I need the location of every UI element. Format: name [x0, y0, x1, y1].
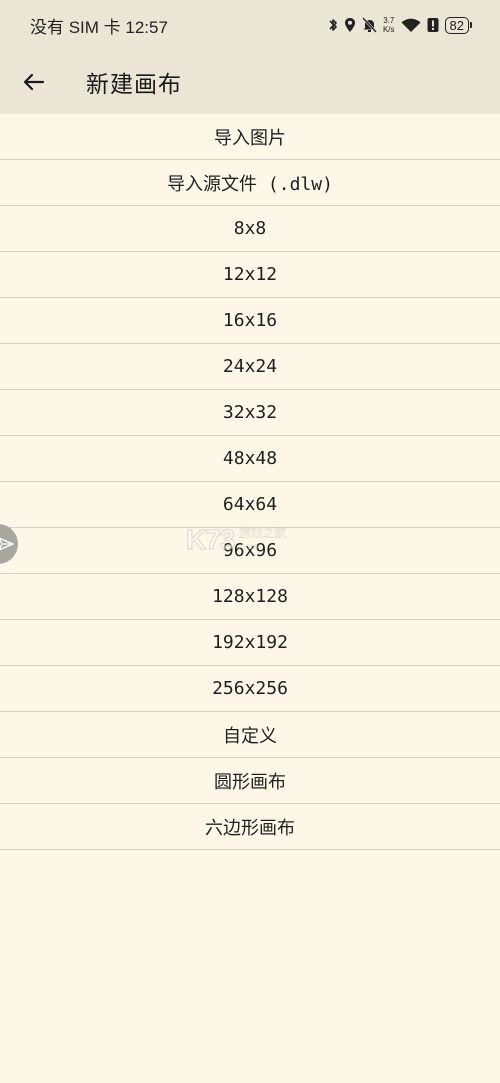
page-title: 新建画布 [86, 72, 182, 98]
alert-icon [427, 17, 439, 33]
send-icon [0, 537, 14, 551]
option-size-12[interactable]: 12x12 [0, 252, 500, 298]
wifi-icon [401, 18, 421, 33]
option-size-8[interactable]: 8x8 [0, 206, 500, 252]
battery-icon: 82 [444, 16, 472, 34]
option-size-128[interactable]: 128x128 [0, 574, 500, 620]
net-speed: 3.7 K/s [382, 16, 395, 34]
status-bar: 没有 SIM 卡 12:57 3.7 K/s 82 [0, 0, 500, 50]
option-size-256[interactable]: 256x256 [0, 666, 500, 712]
option-size-24[interactable]: 24x24 [0, 344, 500, 390]
battery-tip [470, 22, 472, 28]
canvas-options-list: 导入图片 导入源文件 (.dlw) 8x8 12x12 16x16 24x24 … [0, 114, 500, 850]
back-button[interactable] [12, 60, 56, 104]
location-icon [344, 17, 356, 33]
bluetooth-icon [329, 17, 338, 33]
option-size-32[interactable]: 32x32 [0, 390, 500, 436]
option-size-64[interactable]: 64x64 [0, 482, 500, 528]
battery-level: 82 [444, 16, 469, 34]
option-size-48[interactable]: 48x48 [0, 436, 500, 482]
carrier-time: 没有 SIM 卡 12:57 [30, 17, 168, 37]
option-size-192[interactable]: 192x192 [0, 620, 500, 666]
option-hexagon-canvas[interactable]: 六边形画布 [0, 804, 500, 850]
option-custom[interactable]: 自定义 [0, 712, 500, 758]
option-size-96[interactable]: 96x96 [0, 528, 500, 574]
option-circle-canvas[interactable]: 圆形画布 [0, 758, 500, 804]
status-icons: 3.7 K/s 82 [329, 16, 472, 34]
app-bar: 新建画布 [0, 50, 500, 114]
arrow-left-icon [23, 73, 45, 91]
option-import-image[interactable]: 导入图片 [0, 114, 500, 160]
option-import-source-file[interactable]: 导入源文件 (.dlw) [0, 160, 500, 206]
option-size-16[interactable]: 16x16 [0, 298, 500, 344]
mute-bell-icon [362, 17, 377, 33]
